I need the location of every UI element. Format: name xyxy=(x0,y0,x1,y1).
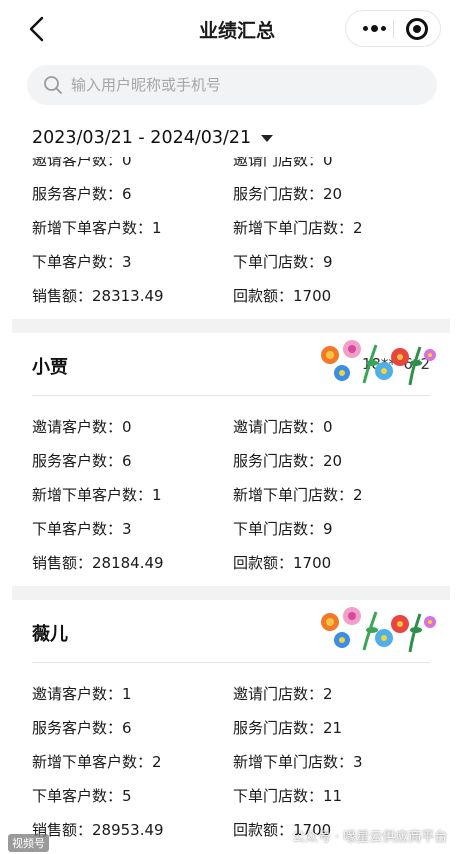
stats-grid: 邀请客户数：1 邀请门店数：2 服务客户数：6 服务门店数：21 新增下单客户数：2 新增… xyxy=(32,663,430,853)
stat-item: 新增下单客户数：1 xyxy=(32,486,162,504)
stat-item: 回款额：1700 xyxy=(233,287,332,305)
stat-item: 新增下单客户数：1 xyxy=(32,219,162,237)
card-divider xyxy=(12,586,450,600)
stat-item: 下单客户数：3 xyxy=(32,253,132,271)
stat-item: 销售额：28313.49 xyxy=(32,287,164,305)
stat-item: 邀请门店数：2 xyxy=(233,685,333,703)
stat-item: 服务客户数：6 xyxy=(32,185,132,203)
search-input[interactable] xyxy=(71,76,411,94)
stats-grid: 邀请客户数：0 邀请门店数：0 服务客户数：6 服务门店数：20 新增下单客户数：1 新增… xyxy=(32,157,430,319)
flower-sticker xyxy=(321,607,436,653)
stat-item: 回款额：1700 xyxy=(233,554,332,572)
date-range-text: 2023/03/21 - 2024/03/21 xyxy=(32,128,252,148)
salesperson-name: 薇儿 xyxy=(32,624,68,645)
salesperson-name: 小贾 xyxy=(32,357,68,378)
stat-item: 新增下单门店数：3 xyxy=(233,753,363,771)
stat-item: 下单门店数：9 xyxy=(233,253,333,271)
stat-item: 下单客户数：3 xyxy=(32,520,132,538)
stat-item: 新增下单门店数：2 xyxy=(233,486,363,504)
stat-item: 下单门店数：9 xyxy=(233,520,333,538)
watermark-right: 公众号 · 喙星云供应商平台 xyxy=(292,830,448,845)
card-header: 薇儿 xyxy=(32,600,436,663)
date-range-picker[interactable]: 2023/03/21 - 2024/03/21 xyxy=(32,128,274,148)
salesperson-card[interactable]: 邀请客户数：0 邀请门店数：0 服务客户数：6 服务门店数：20 新增下单客户数：1 新增… xyxy=(12,157,450,319)
stat-item: 销售额：28184.49 xyxy=(32,554,164,572)
stat-item: 服务门店数：20 xyxy=(233,185,343,203)
stat-item: 服务客户数：6 xyxy=(32,719,132,737)
stat-item: 邀请客户数：1 xyxy=(32,685,132,703)
stat-item: 下单门店数：11 xyxy=(233,787,343,805)
stat-item: 邀请客户数：0 xyxy=(32,157,132,169)
performance-list: 邀请客户数：0 邀请门店数：0 服务客户数：6 服务门店数：20 新增下单客户数：1 新增… xyxy=(12,157,450,854)
capsule-divider xyxy=(393,20,394,38)
stat-item: 销售额：28953.49 xyxy=(32,821,164,839)
stat-item: 服务门店数：20 xyxy=(233,452,343,470)
salesperson-card[interactable]: 小贾18***6*2 邀请客户数：0 邀请门店数：0 服务客户数：6 服务门店数：20 新… xyxy=(12,333,450,586)
stat-item: 邀请门店数：0 xyxy=(233,157,333,169)
stat-item: 新增下单客户数：2 xyxy=(32,753,162,771)
card-divider xyxy=(12,319,450,333)
search-icon xyxy=(44,76,62,94)
stats-grid: 邀请客户数：0 邀请门店数：0 服务客户数：6 服务门店数：20 新增下单客户数：1 新增… xyxy=(32,396,430,586)
stat-item: 新增下单门店数：2 xyxy=(233,219,363,237)
search-bar xyxy=(27,65,437,105)
stat-item: 邀请客户数：0 xyxy=(32,418,132,436)
stat-item: 下单客户数：5 xyxy=(32,787,132,805)
salesperson-card[interactable]: 薇儿邀请客户数：1 邀请门店数：2 服务客户数：6 服务门店数：21 新增下单客户数：2… xyxy=(12,600,450,853)
close-icon[interactable] xyxy=(406,18,428,40)
stat-item: 服务客户数：6 xyxy=(32,452,132,470)
more-icon[interactable] xyxy=(356,11,392,46)
card-header: 小贾18***6*2 xyxy=(32,333,436,396)
stat-item: 邀请门店数：0 xyxy=(233,418,333,436)
watermark-left: 视频号 xyxy=(8,834,49,852)
nav-bar: 业绩汇总 xyxy=(0,0,474,58)
mini-program-capsule xyxy=(345,10,441,47)
stat-item: 服务门店数：21 xyxy=(233,719,343,737)
caret-down-icon xyxy=(261,134,274,142)
flower-sticker xyxy=(321,340,436,386)
